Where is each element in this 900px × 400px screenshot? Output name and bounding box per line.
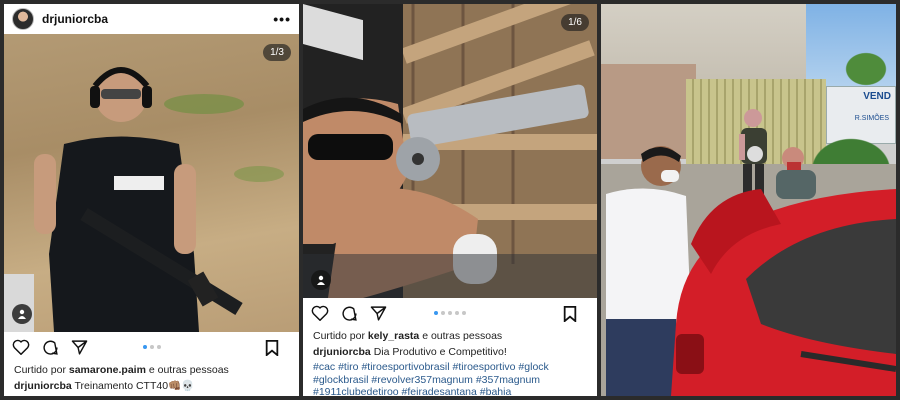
hashtags-line[interactable]: #1911clubedetiroo #feiradesantana #bahia	[313, 386, 587, 396]
sign-subtitle: R.SIMÕES	[854, 115, 889, 122]
hashtags-line[interactable]: #glockbrasil #revolver357magnum #357magn…	[313, 374, 587, 387]
liked-by-user[interactable]: kely_rasta	[368, 330, 419, 342]
bookmark-icon[interactable]	[265, 340, 279, 356]
photo-scene	[303, 4, 597, 298]
liked-by: Curtido por kely_rasta e outras pessoas	[303, 328, 597, 344]
liked-by: Curtido por samarone.paim e outras pesso…	[4, 362, 299, 378]
post-hashtags: #cac #tiro #tiroesportivobrasil #tiroesp…	[303, 361, 597, 396]
tree	[841, 49, 891, 89]
avatar[interactable]	[12, 8, 34, 30]
photo-panel: VEND R.SIMÕES	[601, 4, 896, 396]
liked-by-prefix: Curtido por	[14, 364, 66, 376]
share-icon[interactable]	[71, 339, 88, 356]
post-photo[interactable]: 1/6	[303, 4, 597, 298]
post-actions	[4, 332, 299, 362]
liked-by-suffix: e outras pessoas	[422, 330, 503, 342]
more-options-icon[interactable]: •••	[273, 11, 291, 27]
user-tag-icon[interactable]	[12, 304, 32, 324]
heart-icon[interactable]	[311, 305, 329, 321]
carousel-counter: 1/6	[561, 14, 589, 31]
bookmark-icon[interactable]	[563, 306, 577, 322]
caption-text: Dia Produtivo e Competitivo!	[373, 346, 507, 358]
car	[671, 189, 896, 396]
comment-icon[interactable]	[42, 339, 59, 356]
person-standing	[739, 109, 767, 194]
share-icon[interactable]	[370, 305, 387, 322]
sign-title: VEND	[863, 91, 891, 102]
caption-username[interactable]: drjuniorcba	[313, 346, 371, 358]
post-caption: drjuniorcba Treinamento CTT40👊🏽💀	[4, 378, 299, 395]
caption-username[interactable]: drjuniorcba	[14, 380, 72, 392]
liked-by-suffix: e outras pessoas	[148, 364, 229, 376]
post-header: drjuniorcba •••	[4, 4, 299, 34]
post-username[interactable]: drjuniorcba	[42, 12, 273, 26]
photo-scene	[4, 67, 284, 332]
carousel-counter: 1/3	[263, 44, 291, 61]
user-tag-icon[interactable]	[311, 270, 331, 290]
carousel-dots	[142, 345, 161, 349]
post-photo[interactable]: 1/3	[4, 34, 299, 332]
heart-icon[interactable]	[12, 339, 30, 355]
post-actions	[303, 298, 597, 328]
post-caption: drjuniorcba Dia Produtivo e Competitivo!	[303, 344, 597, 361]
comment-icon[interactable]	[341, 305, 358, 322]
caption-text: Treinamento CTT40👊🏽💀	[74, 380, 195, 392]
liked-by-user[interactable]: samarone.paim	[69, 364, 146, 376]
post-2: 1/6 Curtido por kely_rasta e outras pess…	[303, 4, 597, 396]
post-1: drjuniorcba ••• 1/3 Curtido por samarone…	[4, 4, 299, 396]
liked-by-prefix: Curtido por	[313, 330, 365, 342]
carousel-dots	[434, 311, 466, 315]
hashtags-line[interactable]: #cac #tiro #tiroesportivobrasil #tiroesp…	[313, 361, 587, 374]
